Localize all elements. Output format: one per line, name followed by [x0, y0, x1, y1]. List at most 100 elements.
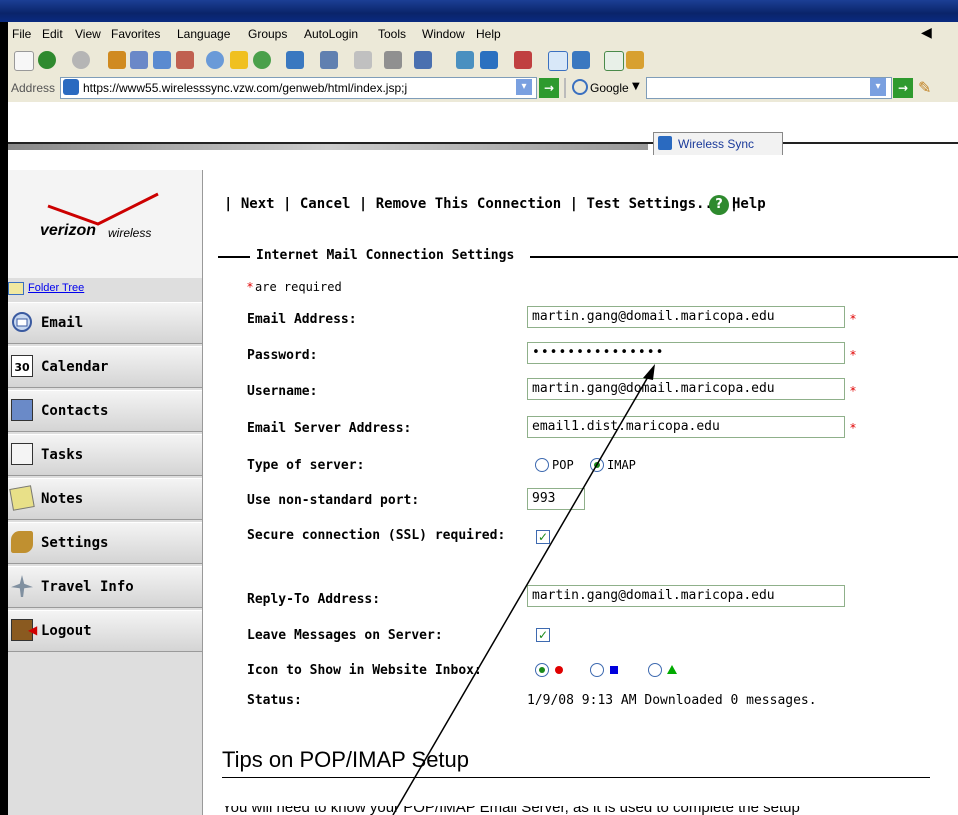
sidebar-item-settings[interactable]: Settings — [8, 522, 202, 564]
tips-body-clip: You will need to know your POP/IMAP Emai… — [222, 806, 942, 815]
address-url: https://www55.wirelesssync.vzw.com/genwe… — [83, 81, 408, 95]
menu-language[interactable]: Language — [177, 27, 230, 41]
section-title: Internet Mail Connection Settings — [256, 248, 515, 263]
menu-tools[interactable]: Tools — [378, 27, 406, 41]
edit-icon[interactable] — [354, 51, 372, 69]
menu-help[interactable]: Help — [476, 27, 501, 41]
back-icon[interactable] — [38, 51, 56, 69]
username-label: Username: — [247, 384, 318, 399]
sidebar-item-label: Settings — [41, 535, 109, 551]
sidebar-item-label: Travel Info — [41, 579, 134, 595]
print-icon[interactable] — [320, 51, 338, 69]
username-input[interactable]: martin.gang@domail.maricopa.edu — [527, 378, 845, 400]
imap-option-label: IMAP — [607, 458, 636, 472]
scroll-left-icon[interactable]: ◀ — [921, 24, 932, 41]
reply-to-label: Reply-To Address: — [247, 592, 381, 607]
sidebar-item-contacts[interactable]: Contacts — [8, 390, 202, 432]
brand-suffix: wireless — [108, 226, 152, 240]
ssl-checkbox[interactable]: ✓ — [536, 530, 550, 544]
new-page-icon[interactable] — [14, 51, 34, 71]
divider: | — [358, 196, 376, 212]
menu-bar: File Edit View Favorites Language Groups… — [8, 22, 958, 47]
view-icon[interactable] — [548, 51, 568, 71]
settings-icon — [11, 531, 33, 553]
tips-rule — [222, 777, 930, 778]
sidebar-item-travel-info[interactable]: Travel Info — [8, 566, 202, 608]
google-dropdown-icon[interactable]: ▼ — [632, 81, 640, 92]
stop-icon[interactable] — [108, 51, 126, 69]
menu-file[interactable]: File — [12, 27, 31, 41]
menu-autologin[interactable]: AutoLogin — [304, 27, 358, 41]
menu-edit[interactable]: Edit — [42, 27, 63, 41]
home-icon[interactable] — [176, 51, 194, 69]
menu-view[interactable]: View — [75, 27, 101, 41]
refresh-icon[interactable] — [130, 51, 148, 69]
calendar-icon: 30 — [11, 355, 33, 377]
reply-to-input[interactable]: martin.gang@domail.maricopa.edu — [527, 585, 845, 607]
leave-messages-label: Leave Messages on Server: — [247, 628, 443, 643]
test-settings-link[interactable]: Test Settings... — [586, 196, 721, 212]
required-asterisk: * — [850, 421, 856, 435]
favorites-star-icon[interactable] — [230, 51, 248, 69]
search-go-icon[interactable]: → — [893, 78, 913, 98]
zoom-icon[interactable] — [480, 51, 498, 69]
google-search-input[interactable] — [646, 77, 892, 99]
icon-blue-radio[interactable] — [590, 663, 604, 677]
sidebar-item-email[interactable]: Email — [8, 302, 202, 344]
port-input[interactable]: 993 — [527, 488, 585, 510]
required-note: are required — [255, 280, 342, 294]
highlight-icon[interactable]: ✎ — [918, 78, 931, 97]
window-icon[interactable] — [456, 51, 474, 69]
icon-green-radio[interactable] — [648, 663, 662, 677]
email-server-label: Email Server Address: — [247, 421, 412, 436]
help-link[interactable]: Help — [732, 196, 766, 212]
help-icon[interactable]: ? — [709, 195, 729, 215]
search-dropdown-icon[interactable]: ▾ — [870, 78, 886, 96]
cancel-link[interactable]: Cancel — [300, 196, 351, 212]
address-dropdown-icon[interactable]: ▾ — [516, 79, 532, 95]
screen-icon[interactable] — [572, 51, 590, 69]
leave-messages-checkbox[interactable]: ✓ — [536, 628, 550, 642]
history-icon[interactable] — [253, 51, 271, 69]
email-address-input[interactable]: martin.gang@domail.maricopa.edu — [527, 306, 845, 328]
sidebar-item-label: Notes — [41, 491, 84, 507]
messenger-icon[interactable] — [414, 51, 432, 69]
imap-radio[interactable] — [590, 458, 604, 472]
discuss-icon[interactable] — [384, 51, 402, 69]
password-input[interactable]: ••••••••••••••• — [527, 342, 845, 364]
folder-tree-link[interactable]: Folder Tree — [28, 282, 84, 294]
go-arrow-icon[interactable]: → — [539, 78, 559, 98]
notes-icon — [9, 485, 35, 511]
address-input[interactable]: https://www55.wirelesssync.vzw.com/genwe… — [60, 77, 537, 99]
search-icon[interactable] — [206, 51, 224, 69]
next-link[interactable]: Next — [241, 196, 275, 212]
required-asterisk: * — [850, 348, 856, 362]
window-left-edge — [0, 22, 8, 815]
sidebar: verizon wireless Folder Tree Email 30 Ca… — [8, 170, 203, 815]
pop-option-label: POP — [552, 458, 574, 472]
pop-radio[interactable] — [535, 458, 549, 472]
sidebar-item-logout[interactable]: ◀ Logout — [8, 610, 202, 652]
menu-window[interactable]: Window — [422, 27, 465, 41]
divider: | — [569, 196, 587, 212]
menu-favorites[interactable]: Favorites — [111, 27, 160, 41]
blurred-region — [8, 144, 648, 150]
document-icon[interactable] — [153, 51, 171, 69]
toolbar — [8, 46, 958, 75]
text-icon[interactable] — [514, 51, 532, 69]
menu-groups[interactable]: Groups — [248, 27, 287, 41]
travel-icon — [11, 575, 33, 597]
window-title-bar — [0, 0, 958, 22]
sidebar-item-tasks[interactable]: Tasks — [8, 434, 202, 476]
tools-icon[interactable] — [626, 51, 644, 69]
email-server-input[interactable]: email1.dist.maricopa.edu — [527, 416, 845, 438]
tab-wireless-sync[interactable]: Wireless Sync — [653, 132, 783, 155]
mail-icon[interactable] — [286, 51, 304, 69]
sidebar-item-calendar[interactable]: 30 Calendar — [8, 346, 202, 388]
google-label[interactable]: Google — [590, 81, 629, 95]
sidebar-item-notes[interactable]: Notes — [8, 478, 202, 520]
remove-connection-link[interactable]: Remove This Connection — [376, 196, 561, 212]
forward-icon[interactable] — [72, 51, 90, 69]
h-icon[interactable] — [604, 51, 624, 71]
icon-red-radio[interactable] — [535, 663, 549, 677]
